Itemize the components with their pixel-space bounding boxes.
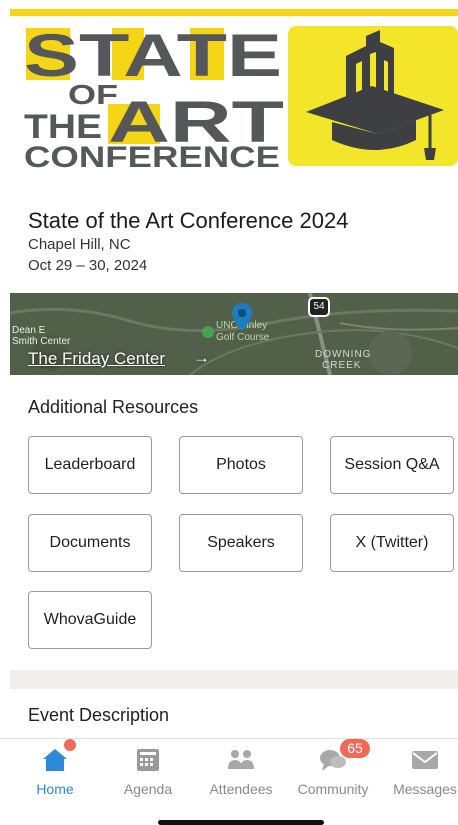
tab-messages[interactable]: Messages: [380, 739, 458, 801]
route-shield-icon: 54: [308, 297, 330, 317]
tab-messages-label: Messages: [393, 781, 457, 797]
map-pin-icon: [232, 303, 252, 331]
route-number: 54: [313, 301, 325, 312]
graduation-cap-building-icon: [306, 30, 444, 160]
x-twitter-button[interactable]: X (Twitter): [330, 514, 454, 572]
community-count-badge: 65: [340, 739, 370, 758]
documents-button[interactable]: Documents: [28, 514, 152, 572]
speakers-button[interactable]: Speakers: [179, 514, 303, 572]
photos-button[interactable]: Photos: [179, 436, 303, 494]
event-location: Chapel Hill, NC: [28, 236, 131, 253]
golf-course-icon: [202, 326, 214, 338]
bottom-tab-bar: Home Agenda Attendees Community 65 Messa…: [0, 738, 458, 808]
whovaguide-button[interactable]: WhovaGuide: [28, 591, 152, 649]
event-title: State of the Art Conference 2024: [28, 208, 349, 233]
tab-home-label: Home: [36, 781, 74, 797]
event-dates: Oct 29 – 30, 2024: [28, 257, 148, 274]
tab-agenda-label: Agenda: [123, 781, 173, 797]
home-notification-dot: [64, 739, 76, 751]
conference-logo: STATE OF THE ART CONFERENCE: [22, 22, 286, 174]
venue-map[interactable]: Dean E Smith Center UNC Finley Golf Cour…: [10, 293, 458, 375]
session-qa-button[interactable]: Session Q&A: [330, 436, 454, 494]
tab-attendees[interactable]: Attendees: [196, 739, 286, 801]
tab-agenda[interactable]: Agenda: [103, 739, 193, 801]
map-label-dean: Dean E: [12, 325, 46, 336]
leaderboard-button[interactable]: Leaderboard: [28, 436, 152, 494]
additional-resources-heading: Additional Resources: [28, 397, 199, 417]
logo-tile: [288, 26, 458, 166]
map-label-downing: DOWNING: [315, 349, 372, 360]
calendar-icon: [137, 749, 159, 771]
event-description-heading: Event Description: [28, 705, 170, 725]
accent-top-bar: [10, 9, 458, 16]
tab-home[interactable]: Home: [10, 739, 100, 801]
home-indicator[interactable]: [158, 820, 324, 825]
event-banner: STATE OF THE ART CONFERENCE: [10, 18, 458, 174]
tab-attendees-label: Attendees: [209, 781, 273, 797]
section-divider: [10, 670, 458, 689]
arrow-right-icon[interactable]: →: [193, 348, 210, 368]
attendees-icon: [228, 750, 254, 769]
home-icon: [43, 749, 67, 771]
map-label-smith: Smith Center: [12, 336, 71, 347]
venue-link[interactable]: The Friday Center: [28, 349, 165, 369]
tab-community-label: Community: [297, 781, 369, 797]
messages-icon: [412, 751, 438, 769]
map-label-creek: CREEK: [322, 360, 362, 371]
logo-line1: STATE: [24, 24, 282, 89]
logo-line4: CONFERENCE: [24, 141, 280, 168]
map-label-golf: Golf Course: [216, 332, 270, 343]
